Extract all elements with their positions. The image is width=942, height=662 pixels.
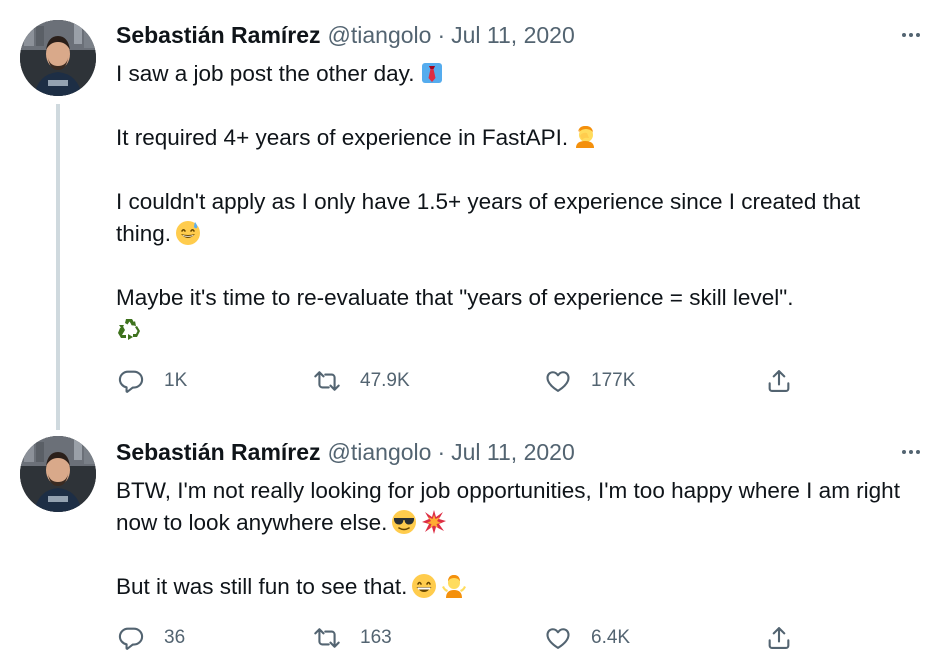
- retweet-count: 163: [360, 627, 392, 648]
- tweet-date[interactable]: Jul 11, 2020: [451, 22, 575, 49]
- tweet-text: I saw a job post the other day. It requi…: [116, 58, 916, 346]
- separator: ·: [437, 21, 446, 48]
- retweet-button[interactable]: 47.9K: [312, 365, 410, 397]
- avatar[interactable]: [20, 20, 96, 96]
- reply-icon[interactable]: [116, 366, 146, 396]
- tweet-emoji-line: [116, 314, 916, 346]
- tweet-header: Sebastián Ramírez @tiangolo · Jul 11, 20…: [116, 19, 942, 51]
- more-icon[interactable]: [902, 436, 920, 468]
- reply-icon[interactable]: [116, 623, 146, 653]
- shrug-emoji: [441, 573, 467, 599]
- share-button[interactable]: [764, 365, 794, 397]
- retweet-count: 47.9K: [360, 370, 410, 391]
- tweet-actions: 1K 47.9K 177K: [116, 365, 806, 397]
- reply-count: 36: [164, 627, 186, 648]
- tweet-paragraph: I couldn't apply as I only have 1.5+ yea…: [116, 189, 861, 246]
- share-icon[interactable]: [764, 366, 794, 396]
- share-icon[interactable]: [764, 623, 794, 653]
- sunglasses-emoji: [391, 509, 417, 535]
- more-icon[interactable]: [902, 19, 920, 51]
- facepalm-emoji: [572, 124, 598, 150]
- sweat-smile-emoji: [175, 220, 201, 246]
- tweet-actions: 36 163 6.4K: [116, 622, 806, 654]
- tweet-date[interactable]: Jul 11, 2020: [451, 439, 575, 466]
- share-button[interactable]: [764, 622, 794, 654]
- retweet-icon[interactable]: [312, 623, 342, 653]
- reply-button[interactable]: 1K: [116, 365, 187, 397]
- recycle-emoji: [116, 316, 142, 342]
- like-icon[interactable]: [543, 366, 573, 396]
- like-count: 6.4K: [591, 627, 631, 648]
- collision-emoji: [421, 509, 447, 535]
- tweet-paragraph: I saw a job post the other day.: [116, 58, 916, 90]
- retweet-icon[interactable]: [312, 366, 342, 396]
- tweet-1[interactable]: Sebastián Ramírez @tiangolo · Jul 11, 20…: [0, 0, 942, 430]
- tweet-paragraph: BTW, I'm not really looking for job oppo…: [116, 478, 900, 535]
- tweet-2[interactable]: Sebastián Ramírez @tiangolo · Jul 11, 20…: [0, 418, 942, 662]
- avatar[interactable]: [20, 436, 96, 512]
- like-button[interactable]: 6.4K: [543, 622, 630, 654]
- like-icon[interactable]: [543, 623, 573, 653]
- grin-emoji: [411, 573, 437, 599]
- like-button[interactable]: 177K: [543, 365, 635, 397]
- author-handle[interactable]: @tiangolo: [328, 439, 432, 466]
- tweet-text: BTW, I'm not really looking for job oppo…: [116, 475, 916, 603]
- separator: ·: [437, 438, 446, 465]
- author-handle[interactable]: @tiangolo: [328, 22, 432, 49]
- tweet-header: Sebastián Ramírez @tiangolo · Jul 11, 20…: [116, 436, 942, 468]
- reply-count: 1K: [164, 370, 188, 391]
- like-count: 177K: [591, 370, 636, 391]
- author-name[interactable]: Sebastián Ramírez: [116, 439, 321, 466]
- necktie-emoji: [419, 60, 445, 86]
- retweet-button[interactable]: 163: [312, 622, 392, 654]
- tweet-paragraph: But it was still fun to see that.: [116, 571, 916, 603]
- tweet-paragraph: It required 4+ years of experience in Fa…: [116, 122, 916, 154]
- thread-connector: [56, 104, 60, 430]
- author-name[interactable]: Sebastián Ramírez: [116, 22, 321, 49]
- reply-button[interactable]: 36: [116, 622, 185, 654]
- tweet-paragraph: Maybe it's time to re-evaluate that "yea…: [116, 285, 794, 310]
